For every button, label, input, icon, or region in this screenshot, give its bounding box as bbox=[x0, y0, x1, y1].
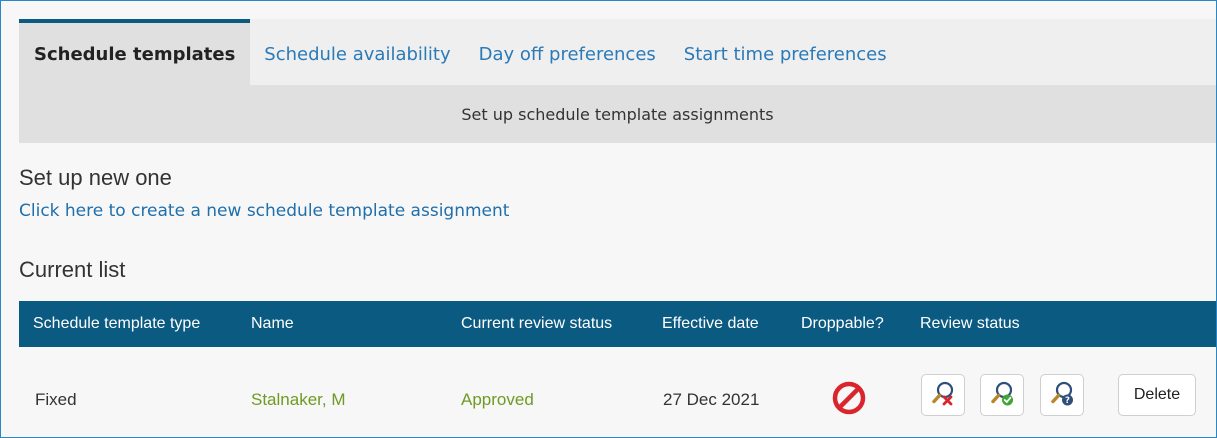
cell-droppable bbox=[831, 347, 867, 437]
cell-status: Approved bbox=[461, 390, 534, 409]
tab-schedule-templates[interactable]: Schedule templates bbox=[19, 19, 251, 85]
column-header-review-status: Review status bbox=[920, 315, 1020, 332]
review-pending-icon: ? bbox=[1049, 380, 1075, 411]
subheader: Set up schedule template assignments bbox=[19, 85, 1216, 143]
prohibited-icon bbox=[831, 380, 867, 421]
cell-name-link[interactable]: Stalnaker, M bbox=[251, 347, 346, 437]
column-header-effective-date: Effective date bbox=[662, 315, 759, 332]
delete-button[interactable]: Delete bbox=[1118, 374, 1196, 416]
create-assignment-link[interactable]: Click here to create a new schedule temp… bbox=[19, 201, 509, 221]
review-approve-button[interactable] bbox=[980, 374, 1024, 416]
cell-effective-date: 27 Dec 2021 bbox=[663, 390, 760, 409]
tab-start-time-preferences[interactable]: Start time preferences bbox=[670, 23, 901, 85]
tab-day-off-preferences[interactable]: Day off preferences bbox=[465, 23, 670, 85]
column-header-droppable: Droppable? bbox=[801, 315, 884, 332]
cell-type: Fixed bbox=[35, 390, 77, 409]
current-list-title: Current list bbox=[19, 257, 126, 282]
review-pending-button[interactable]: ? bbox=[1040, 374, 1084, 416]
table-row: Fixed Stalnaker, M Approved 27 Dec 2021 bbox=[19, 347, 1216, 437]
table-header: Schedule template type Name Current revi… bbox=[19, 301, 1216, 347]
column-header-current-status: Current review status bbox=[461, 315, 613, 332]
column-header-name: Name bbox=[251, 315, 294, 332]
svg-text:?: ? bbox=[1065, 396, 1070, 406]
review-approve-icon bbox=[989, 380, 1015, 411]
column-header-type: Schedule template type bbox=[33, 315, 201, 332]
review-reject-button[interactable] bbox=[921, 374, 965, 416]
review-reject-icon bbox=[930, 380, 956, 411]
page-frame: Schedule templates Schedule availability… bbox=[0, 0, 1217, 438]
tab-bar: Schedule templates Schedule availability… bbox=[19, 19, 1216, 85]
setup-title: Set up new one bbox=[19, 165, 172, 190]
tab-schedule-availability[interactable]: Schedule availability bbox=[250, 23, 464, 85]
